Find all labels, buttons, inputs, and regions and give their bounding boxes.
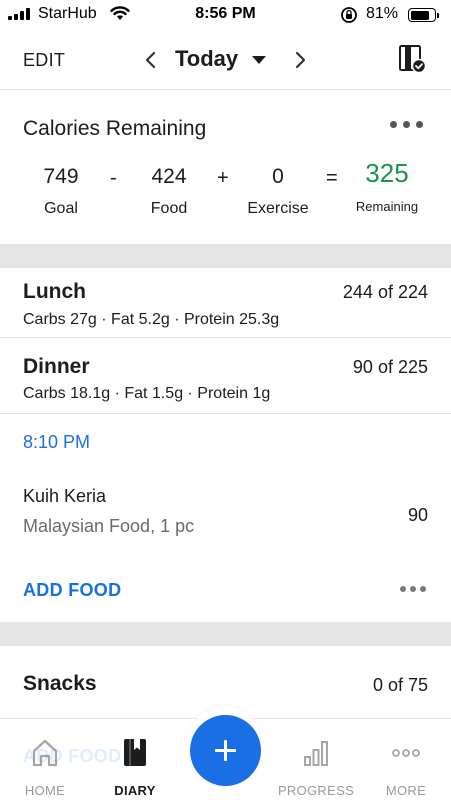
goal-column: 749 Goal xyxy=(28,163,94,219)
goal-value: 749 xyxy=(43,165,79,188)
remaining-column: 325 Remaining xyxy=(348,159,426,217)
plus-operator: + xyxy=(217,167,229,189)
remaining-value: 325 xyxy=(365,158,409,188)
diary-header: EDIT Today xyxy=(0,30,451,90)
edit-button[interactable]: EDIT xyxy=(23,50,65,71)
rotation-lock-icon xyxy=(341,7,357,23)
add-button[interactable] xyxy=(190,715,261,786)
remaining-label: Remaining xyxy=(355,199,419,214)
calories-remaining-card: Calories Remaining 749 Goal - 424 Food +… xyxy=(0,91,451,244)
entry-time: 8:10 PM xyxy=(23,432,91,452)
more-dots-icon xyxy=(392,749,420,757)
tab-progress[interactable]: PROGRESS xyxy=(271,719,361,800)
tab-more[interactable]: MORE xyxy=(361,719,451,800)
food-column: 424 Food xyxy=(134,163,204,219)
section-divider xyxy=(0,622,451,646)
chevron-left-icon[interactable] xyxy=(141,49,161,71)
meal-name: Lunch xyxy=(23,280,86,303)
exercise-column: 0 Exercise xyxy=(240,163,316,219)
day-title[interactable]: Today xyxy=(175,46,238,72)
diary-icon xyxy=(124,739,146,766)
battery-icon xyxy=(408,8,439,22)
bar-chart-icon xyxy=(304,741,328,766)
status-bar: StarHub 8:56 PM 81% xyxy=(0,0,451,30)
meal-name: Dinner xyxy=(23,355,90,378)
tab-label: MORE xyxy=(385,783,427,798)
exercise-value: 0 xyxy=(272,165,284,188)
food-label: Food xyxy=(150,200,188,217)
equals-operator: = xyxy=(326,167,338,189)
meal-lunch[interactable]: Lunch 244 of 224 Carbs 27g · Fat 5.2g · … xyxy=(0,268,451,338)
more-options-icon[interactable] xyxy=(400,586,426,594)
food-name[interactable]: Kuih Keria xyxy=(23,486,106,507)
battery-percent: 81% xyxy=(366,5,399,22)
more-options-icon[interactable] xyxy=(390,119,426,131)
food-value: 424 xyxy=(151,165,187,188)
snacks-add-food-button[interactable]: ADD FOOD xyxy=(23,746,121,767)
calories-remaining-title: Calories Remaining xyxy=(23,117,207,140)
goal-label: Goal xyxy=(44,200,78,217)
caret-down-icon[interactable] xyxy=(252,56,266,64)
meal-macros: Carbs 27g · Fat 5.2g · Protein 25.3g xyxy=(23,311,280,328)
meal-calories: 0 of 75 xyxy=(372,675,428,695)
exercise-label: Exercise xyxy=(247,200,309,217)
tab-label: PROGRESS xyxy=(277,783,355,798)
food-calories: 90 xyxy=(407,505,428,525)
tab-label: HOME xyxy=(24,783,66,798)
diary-check-icon[interactable] xyxy=(397,44,427,74)
meal-calories: 244 of 224 xyxy=(342,282,428,302)
section-divider xyxy=(0,244,451,268)
chevron-right-icon[interactable] xyxy=(290,49,310,71)
tab-label: DIARY xyxy=(114,783,156,798)
meal-calories: 90 of 225 xyxy=(352,357,428,377)
minus-operator: - xyxy=(110,167,117,189)
food-description: Malaysian Food, 1 pc xyxy=(23,516,195,536)
meal-dinner[interactable]: Dinner 90 of 225 Carbs 18.1g · Fat 1.5g … xyxy=(0,339,451,414)
meal-macros: Carbs 18.1g · Fat 1.5g · Protein 1g xyxy=(23,385,271,402)
add-food-button[interactable]: ADD FOOD xyxy=(23,580,121,601)
meal-name: Snacks xyxy=(23,672,97,695)
